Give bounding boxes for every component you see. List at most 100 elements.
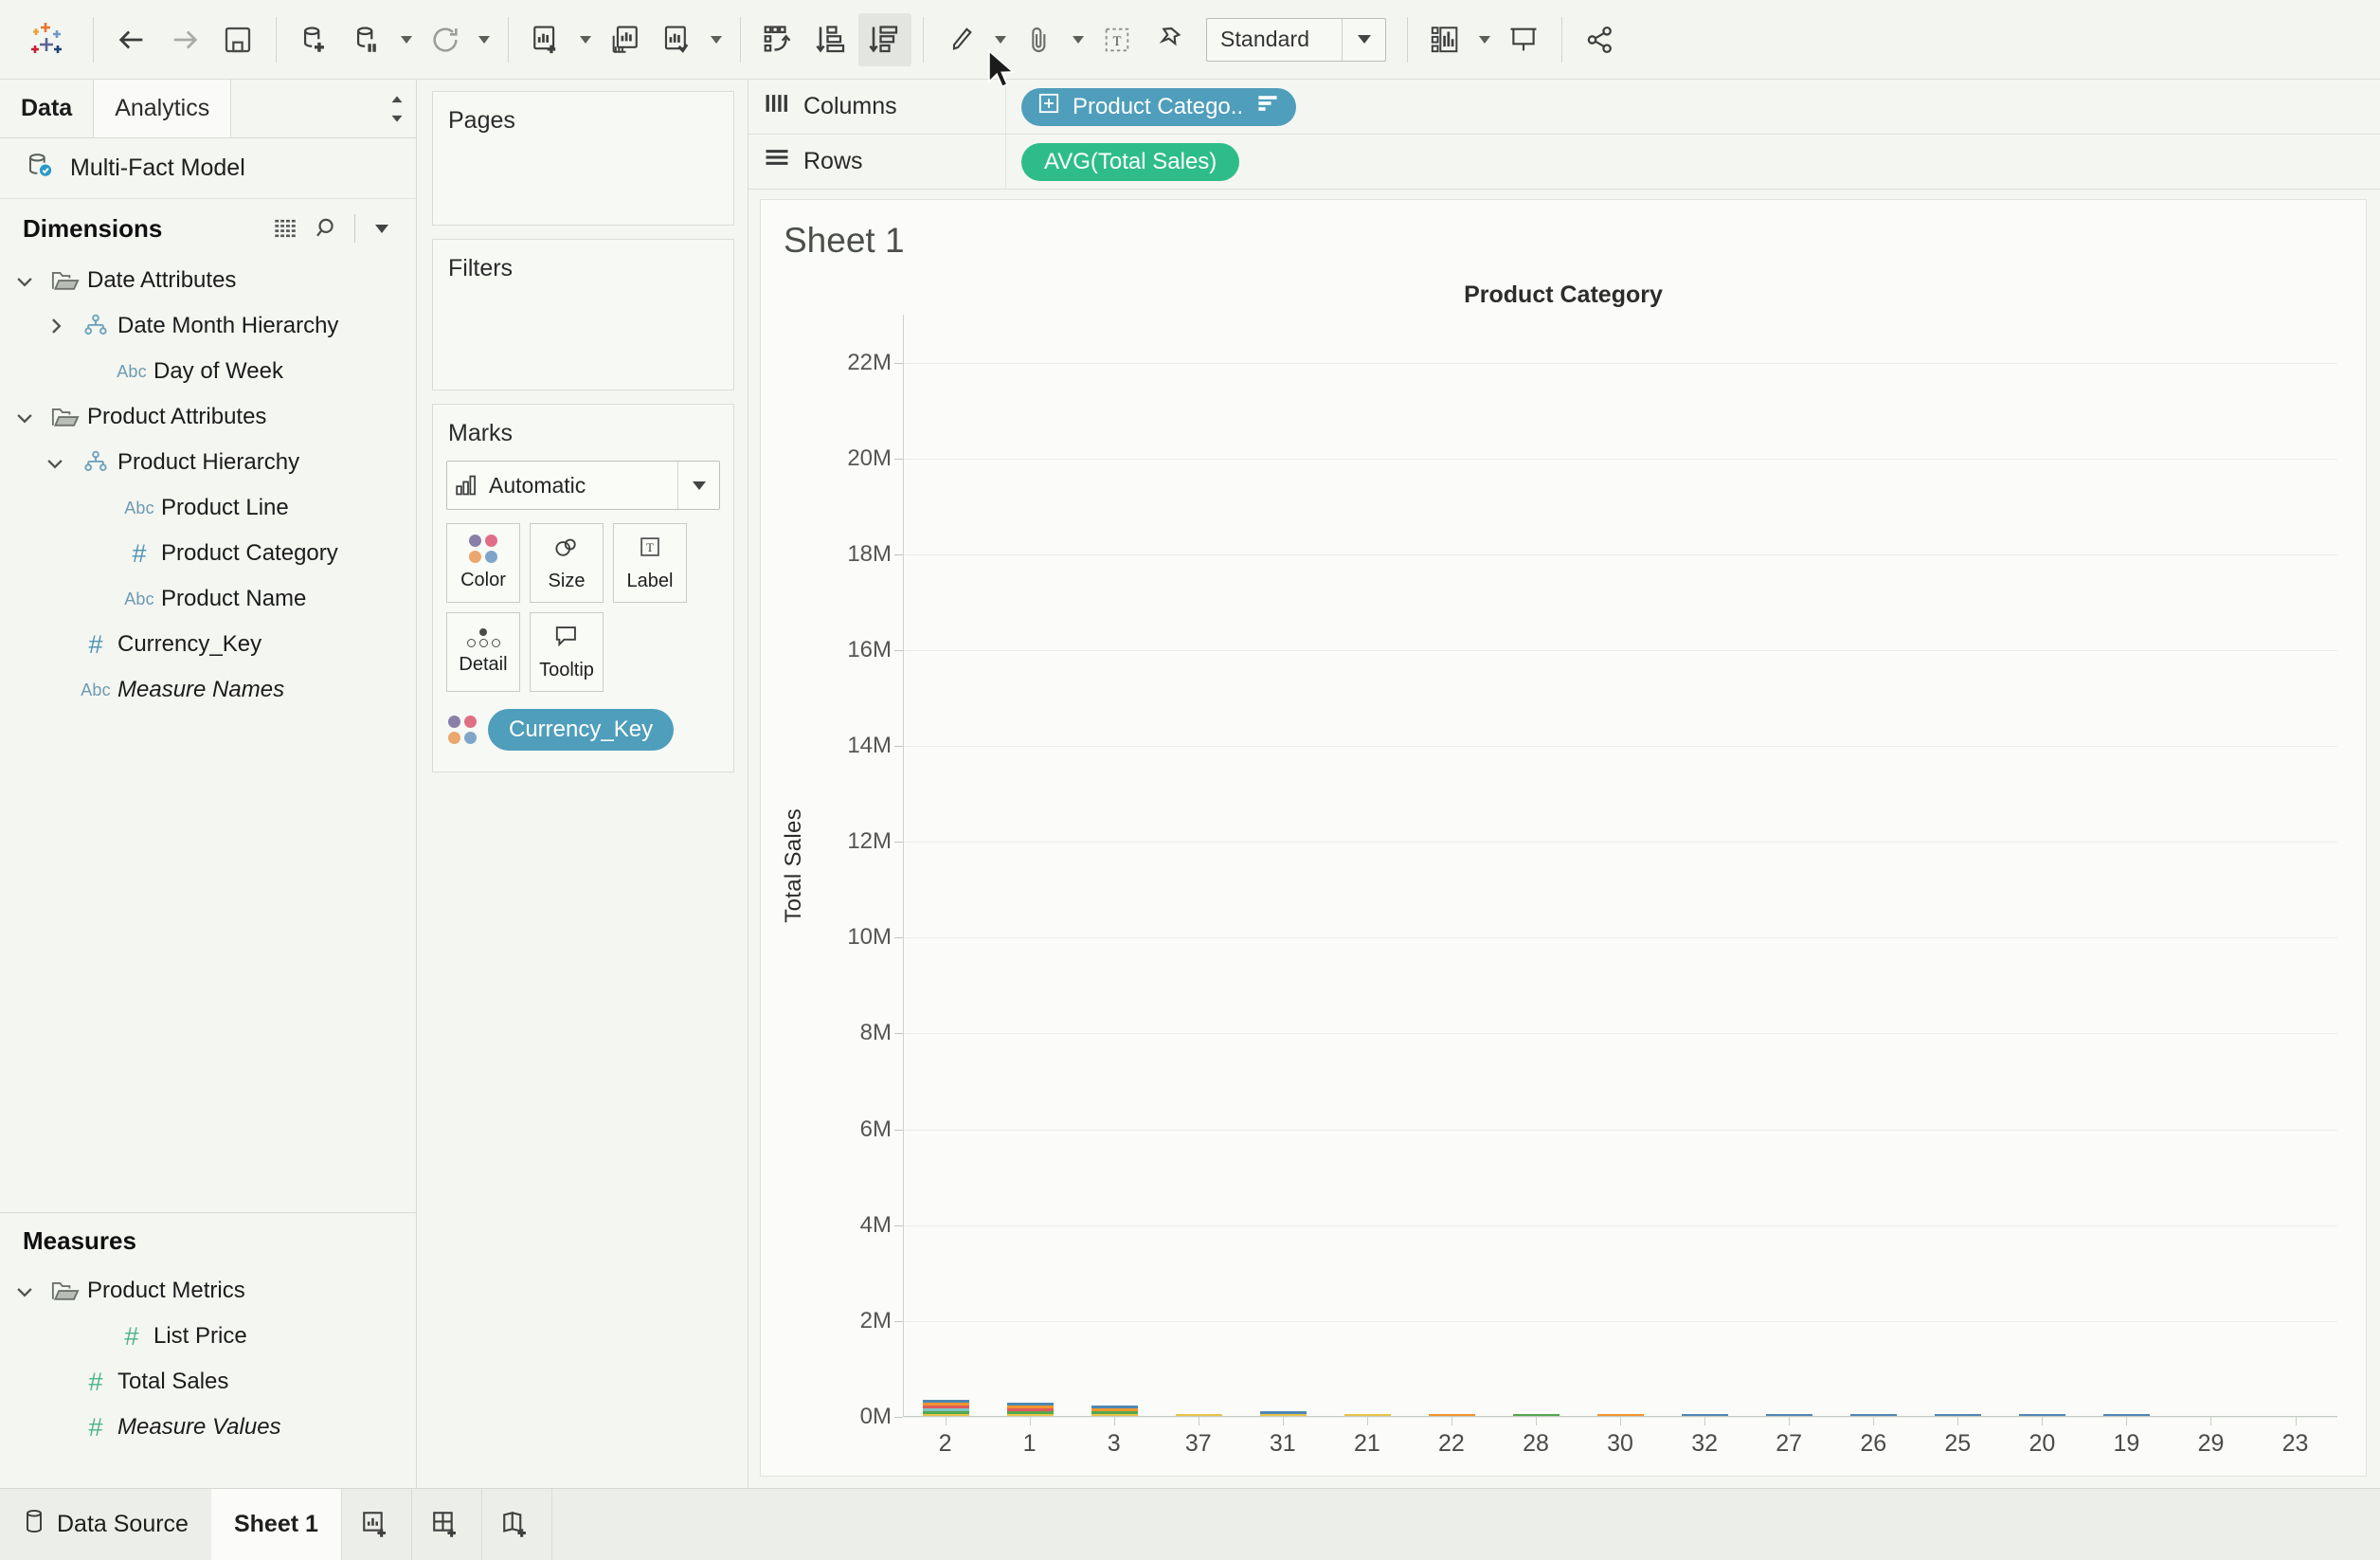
rows-shelf-dropzone[interactable]: AVG(Total Sales) [1006, 135, 2380, 189]
dimension-product-hierarchy[interactable]: Product Hierarchy [0, 440, 416, 485]
y-axis-title[interactable]: Total Sales [772, 315, 816, 1417]
show-me-button[interactable] [1419, 13, 1472, 66]
presentation-icon[interactable] [1497, 13, 1550, 66]
x-axis-tick-label[interactable]: 21 [1325, 1417, 1409, 1476]
x-axis-tick-label[interactable]: 22 [1409, 1417, 1493, 1476]
x-axis-tick-label[interactable]: 30 [1578, 1417, 1663, 1476]
size-button[interactable]: Size [530, 523, 604, 603]
pill-product-category[interactable]: Product Catego.. [1021, 87, 1297, 126]
data-source-item[interactable]: Multi-Fact Model [0, 138, 416, 199]
pane-resize-icon[interactable] [378, 80, 416, 137]
chevron-down-icon[interactable] [6, 407, 44, 427]
chevron-down-icon[interactable] [36, 452, 74, 473]
new-data-source-button[interactable] [288, 13, 341, 66]
highlighter-icon[interactable] [935, 13, 988, 66]
color-button[interactable]: Color [446, 523, 520, 603]
new-worksheet-dropdown[interactable] [573, 13, 598, 66]
measure-measure-values[interactable]: # Measure Values [0, 1405, 416, 1450]
tooltip-button[interactable]: Tooltip [530, 612, 604, 692]
dimension-date-attributes[interactable]: Date Attributes [0, 258, 416, 303]
x-axis-tick-label[interactable]: 37 [1156, 1417, 1240, 1476]
plus-box-icon[interactable] [1038, 93, 1059, 120]
dimension-product-line[interactable]: Abc Product Line [0, 485, 416, 531]
column-field-title[interactable]: Product Category [761, 281, 2366, 309]
chevron-right-icon[interactable] [36, 316, 74, 336]
dimension-product-category[interactable]: # Product Category [0, 531, 416, 576]
clear-sheet-dropdown[interactable] [704, 13, 729, 66]
chevron-down-icon[interactable] [6, 270, 44, 291]
x-axis-tick-label[interactable]: 2 [903, 1417, 987, 1476]
sort-descending-icon[interactable] [1256, 93, 1279, 120]
highlight-dropdown[interactable] [988, 13, 1013, 66]
x-axis-tick-label[interactable]: 25 [1916, 1417, 2000, 1476]
marks-color-pill[interactable]: Currency_Key [488, 709, 675, 751]
chevron-down-icon[interactable] [361, 208, 403, 249]
dimension-measure-names[interactable]: Abc Measure Names [0, 667, 416, 713]
tab-data[interactable]: Data [0, 80, 93, 137]
new-dashboard-icon[interactable] [412, 1489, 482, 1560]
dimension-currency-key[interactable]: # Currency_Key [0, 622, 416, 667]
x-axis-tick-label[interactable]: 23 [2253, 1417, 2337, 1476]
filters-card[interactable]: Filters [432, 239, 734, 390]
x-axis-tick-label[interactable]: 29 [2169, 1417, 2253, 1476]
sheet-tab-sheet1[interactable]: Sheet 1 [210, 1489, 342, 1560]
duplicate-sheet-button[interactable] [598, 13, 651, 66]
forward-button[interactable] [158, 13, 211, 66]
back-button[interactable] [105, 13, 158, 66]
swap-axes-icon[interactable] [752, 13, 805, 66]
tab-analytics[interactable]: Analytics [93, 80, 232, 137]
x-axis-tick-label[interactable]: 26 [1831, 1417, 1916, 1476]
dimension-product-name[interactable]: Abc Product Name [0, 576, 416, 622]
clear-sheet-button[interactable] [651, 13, 704, 66]
x-axis-tick-label[interactable]: 31 [1240, 1417, 1325, 1476]
save-button[interactable] [211, 13, 264, 66]
rows-shelf[interactable]: Rows AVG(Total Sales) [748, 135, 2380, 190]
new-worksheet-button[interactable] [520, 13, 573, 66]
sort-descending-button[interactable] [858, 12, 911, 66]
dimension-date-month-hierarchy[interactable]: Date Month Hierarchy [0, 303, 416, 349]
label-button[interactable]: T Label [613, 523, 687, 603]
pin-icon[interactable] [1144, 13, 1197, 66]
mark-type-dropdown[interactable]: Automatic [446, 461, 720, 510]
tableau-logo-icon[interactable] [17, 10, 76, 69]
x-axis-tick-label[interactable]: 28 [1493, 1417, 1578, 1476]
stacked-bar[interactable] [1006, 1403, 1055, 1417]
pause-auto-updates-button[interactable] [341, 13, 394, 66]
stacked-bar[interactable] [922, 1400, 970, 1417]
fit-dropdown[interactable]: Standard [1206, 17, 1386, 62]
new-story-icon[interactable] [482, 1489, 552, 1560]
pages-card[interactable]: Pages [432, 91, 734, 226]
text-label-icon[interactable]: T [1091, 13, 1144, 66]
x-axis-tick-label[interactable]: 20 [2000, 1417, 2084, 1476]
x-axis-tick-label[interactable]: 3 [1072, 1417, 1156, 1476]
grid-view-icon[interactable] [265, 208, 307, 249]
columns-shelf[interactable]: Columns Product Catego.. [748, 80, 2380, 135]
dimension-product-attributes[interactable]: Product Attributes [0, 394, 416, 440]
x-axis-tick-label[interactable]: 27 [1747, 1417, 1831, 1476]
group-dropdown[interactable] [1066, 13, 1091, 66]
measure-list-price[interactable]: # List Price [0, 1314, 416, 1359]
x-axis-tick-label[interactable]: 19 [2084, 1417, 2169, 1476]
refresh-data-source-button[interactable] [419, 13, 472, 66]
detail-button[interactable]: Detail [446, 612, 520, 692]
pill-avg-total-sales[interactable]: AVG(Total Sales) [1021, 142, 1240, 181]
paperclip-icon[interactable] [1013, 13, 1066, 66]
chevron-down-icon[interactable] [1342, 18, 1385, 61]
sheet-title[interactable]: Sheet 1 [761, 200, 2366, 261]
x-axis-tick-label[interactable]: 1 [987, 1417, 1072, 1476]
measure-total-sales[interactable]: # Total Sales [0, 1359, 416, 1405]
refresh-dropdown[interactable] [472, 13, 496, 66]
dimension-day-of-week[interactable]: Abc Day of Week [0, 349, 416, 394]
show-me-dropdown[interactable] [1472, 13, 1497, 66]
pause-updates-dropdown[interactable] [394, 13, 419, 66]
y-axis[interactable]: 0M 2M 4M 6M 8M 10M 12M 14M 16M 18M 20M 22M [816, 315, 903, 1429]
chevron-down-icon[interactable] [677, 462, 719, 509]
sort-ascending-button[interactable] [805, 13, 858, 66]
new-worksheet-icon[interactable] [342, 1489, 412, 1560]
measure-product-metrics[interactable]: Product Metrics [0, 1268, 416, 1314]
columns-shelf-dropzone[interactable]: Product Catego.. [1006, 80, 2380, 134]
share-icon[interactable] [1574, 13, 1627, 66]
data-source-tab[interactable]: Data Source [0, 1489, 211, 1560]
search-icon[interactable] [307, 208, 349, 249]
x-axis-tick-label[interactable]: 32 [1663, 1417, 1747, 1476]
